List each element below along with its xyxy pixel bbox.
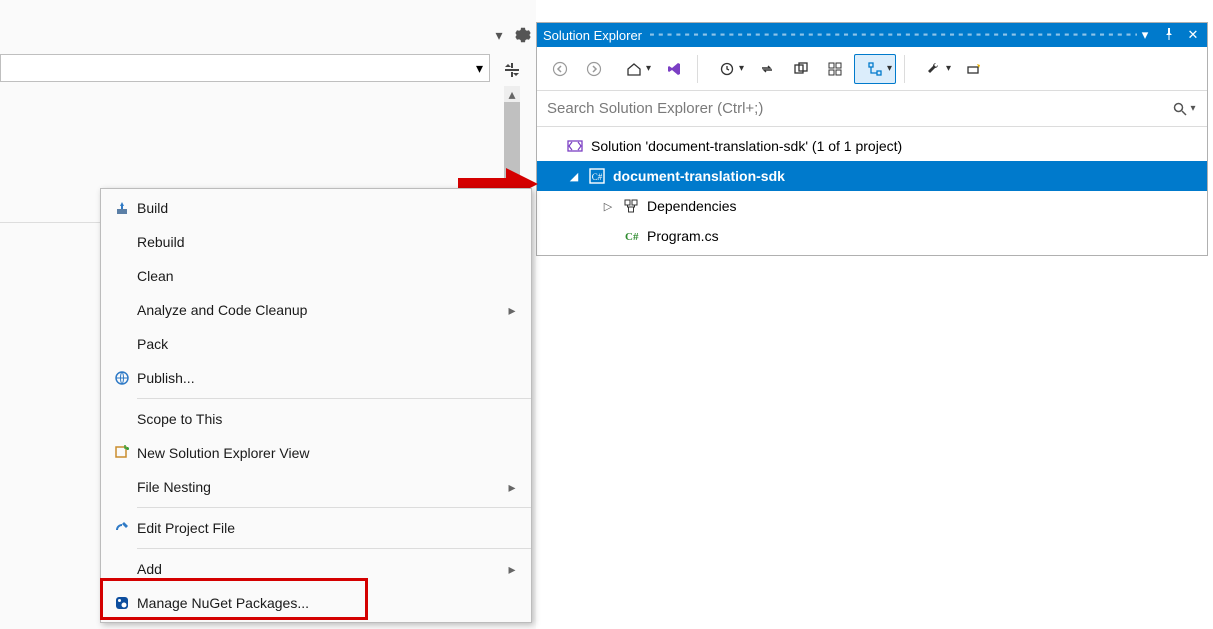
- properties-button[interactable]: ▾: [913, 54, 955, 84]
- menu-label: Add: [137, 561, 503, 577]
- csharp-project-icon: C#: [587, 168, 607, 184]
- menu-separator: [137, 548, 531, 549]
- submenu-arrow-icon: ▸: [503, 479, 521, 496]
- menu-label: Pack: [137, 336, 503, 352]
- chevron-down-icon: ▾: [646, 63, 651, 74]
- scroll-up-icon[interactable]: ▴: [504, 86, 520, 102]
- expander-icon[interactable]: ▷: [601, 200, 615, 213]
- menu-item-build[interactable]: Build: [101, 191, 531, 225]
- menu-label: Clean: [137, 268, 503, 284]
- gear-icon[interactable]: [514, 26, 532, 44]
- solution-explorer-panel: Solution Explorer ╸╸╸╸╸╸╸╸╸╸╸╸╸╸╸╸╸╸╸╸╸╸…: [536, 22, 1208, 256]
- file-label: Program.cs: [647, 228, 719, 244]
- dependencies-node[interactable]: ▷ Dependencies: [537, 191, 1207, 221]
- toolbar-separator: [697, 55, 698, 83]
- menu-item-rebuild[interactable]: Rebuild: [101, 225, 531, 259]
- menu-item-analyze[interactable]: Analyze and Code Cleanup ▸: [101, 293, 531, 327]
- menu-label: Edit Project File: [137, 520, 503, 536]
- menu-item-edit-project[interactable]: Edit Project File: [101, 511, 531, 545]
- search-row: ▾: [537, 91, 1207, 127]
- menu-label: Rebuild: [137, 234, 503, 250]
- back-button[interactable]: [545, 54, 575, 84]
- submenu-arrow-icon: ▸: [503, 302, 521, 319]
- csharp-file-icon: C#: [621, 228, 641, 244]
- project-node[interactable]: ◢ C# document-translation-sdk: [537, 161, 1207, 191]
- solution-icon: [565, 138, 585, 154]
- panel-title-text: Solution Explorer: [543, 28, 642, 43]
- menu-label: File Nesting: [137, 479, 503, 495]
- show-all-button[interactable]: [786, 54, 816, 84]
- submenu-arrow-icon: ▸: [503, 561, 521, 578]
- vs-icon-button[interactable]: [659, 54, 689, 84]
- menu-separator: [137, 507, 531, 508]
- menu-item-new-view[interactable]: New Solution Explorer View: [101, 436, 531, 470]
- search-input[interactable]: [545, 99, 1169, 118]
- project-label: document-translation-sdk: [613, 168, 785, 184]
- menu-separator: [137, 398, 531, 399]
- divider: [0, 222, 100, 223]
- file-node-program[interactable]: C# Program.cs: [537, 221, 1207, 251]
- dropdown-caret-icon[interactable]: ▾: [490, 26, 508, 44]
- menu-item-manage-nuget[interactable]: Manage NuGet Packages...: [101, 586, 531, 620]
- chevron-down-icon: ▾: [1190, 103, 1195, 114]
- panel-titlebar[interactable]: Solution Explorer ╸╸╸╸╸╸╸╸╸╸╸╸╸╸╸╸╸╸╸╸╸╸…: [537, 23, 1207, 47]
- menu-label: Analyze and Code Cleanup: [137, 302, 503, 318]
- solution-node[interactable]: Solution 'document-translation-sdk' (1 o…: [537, 131, 1207, 161]
- chevron-down-icon: ▾: [476, 60, 483, 77]
- split-view-icon[interactable]: [502, 58, 522, 82]
- panel-grip: ╸╸╸╸╸╸╸╸╸╸╸╸╸╸╸╸╸╸╸╸╸╸╸╸╸╸╸╸╸╸╸╸╸╸╸╸╸╸╸╸…: [650, 27, 1137, 43]
- build-icon: [107, 196, 137, 220]
- menu-label: New Solution Explorer View: [137, 445, 503, 461]
- history-button[interactable]: ▾: [706, 54, 748, 84]
- solution-tree: Solution 'document-translation-sdk' (1 o…: [537, 127, 1207, 255]
- home-button[interactable]: ▾: [613, 54, 655, 84]
- menu-item-scope[interactable]: Scope to This: [101, 402, 531, 436]
- menu-item-add[interactable]: Add ▸: [101, 552, 531, 586]
- edit-icon: [107, 516, 137, 540]
- expander-icon[interactable]: ◢: [567, 170, 581, 183]
- menu-item-pack[interactable]: Pack: [101, 327, 531, 361]
- menu-item-file-nesting[interactable]: File Nesting ▸: [101, 470, 531, 504]
- solution-label: Solution 'document-translation-sdk' (1 o…: [591, 138, 902, 154]
- pin-icon[interactable]: [1161, 28, 1177, 43]
- sync-button[interactable]: [752, 54, 782, 84]
- collapse-button[interactable]: [820, 54, 850, 84]
- menu-label: Manage NuGet Packages...: [137, 595, 503, 611]
- chevron-down-icon: ▾: [739, 63, 744, 74]
- panel-toolbar: ▾ ▾ ▾ ▾: [537, 47, 1207, 91]
- menu-item-publish[interactable]: Publish...: [101, 361, 531, 395]
- project-context-menu: Build Rebuild Clean Analyze and Code Cle…: [100, 188, 532, 623]
- menu-label: Build: [137, 200, 503, 216]
- forward-button[interactable]: [579, 54, 609, 84]
- new-view-icon: [107, 441, 137, 465]
- menu-label: Publish...: [137, 370, 503, 386]
- svg-text:C#: C#: [625, 231, 639, 243]
- close-icon[interactable]: ✕: [1185, 27, 1201, 43]
- editor-dropdown[interactable]: ▾: [0, 54, 490, 82]
- dependencies-label: Dependencies: [647, 198, 737, 214]
- dependencies-icon: [621, 198, 641, 214]
- tree-view-button[interactable]: ▾: [854, 54, 896, 84]
- preview-button[interactable]: [959, 54, 989, 84]
- nuget-icon: [107, 591, 137, 615]
- chevron-down-icon: ▾: [887, 63, 892, 74]
- search-button[interactable]: ▾: [1169, 95, 1199, 123]
- svg-text:C#: C#: [592, 172, 603, 182]
- panel-options-icon[interactable]: ▾: [1137, 27, 1153, 43]
- publish-icon: [107, 366, 137, 390]
- toolbar-separator: [904, 55, 905, 83]
- menu-label: Scope to This: [137, 411, 503, 427]
- chevron-down-icon: ▾: [946, 63, 951, 74]
- menu-item-clean[interactable]: Clean: [101, 259, 531, 293]
